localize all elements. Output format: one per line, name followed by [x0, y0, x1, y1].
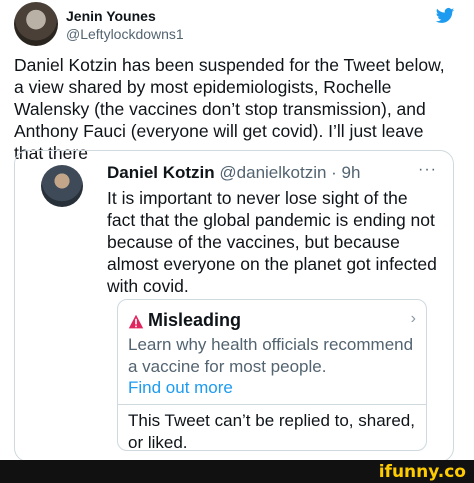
- quoted-header: Daniel Kotzin @danielkotzin · 9h: [107, 163, 360, 183]
- restriction-notice: This Tweet can’t be replied to, shared, …: [128, 411, 415, 452]
- watermark-logo: ifunny.co: [378, 462, 466, 482]
- quoted-avatar[interactable]: [41, 165, 83, 207]
- chevron-right-icon: ›: [410, 310, 416, 327]
- watermark-bar: ifunny.co: [0, 460, 474, 483]
- warning-title: Misleading: [148, 310, 242, 330]
- author-handle[interactable]: @Leftylockdowns1: [66, 26, 184, 42]
- quoted-author-name[interactable]: Daniel Kotzin: [107, 163, 215, 182]
- twitter-bird-icon: [435, 8, 455, 23]
- quoted-text: It is important to never lose sight of t…: [107, 188, 437, 296]
- divider: [118, 404, 426, 405]
- warning-icon: [128, 314, 144, 329]
- misleading-notice[interactable]: Misleading › Learn why health officials …: [117, 299, 427, 452]
- more-options-icon[interactable]: ···: [418, 161, 437, 179]
- quoted-handle-time[interactable]: @danielkotzin · 9h: [219, 163, 360, 182]
- tweet-card: Jenin Younes @Leftylockdowns1 Daniel Kot…: [0, 0, 474, 462]
- quoted-tweet[interactable]: Daniel Kotzin @danielkotzin · 9h ··· It …: [14, 150, 454, 462]
- tweet-text: Daniel Kotzin has been suspended for the…: [14, 55, 445, 163]
- warning-body: Learn why health officials recommend a v…: [128, 335, 414, 376]
- find-out-more-link[interactable]: Find out more: [128, 378, 233, 398]
- avatar[interactable]: [14, 2, 58, 46]
- author-name[interactable]: Jenin Younes: [66, 8, 156, 24]
